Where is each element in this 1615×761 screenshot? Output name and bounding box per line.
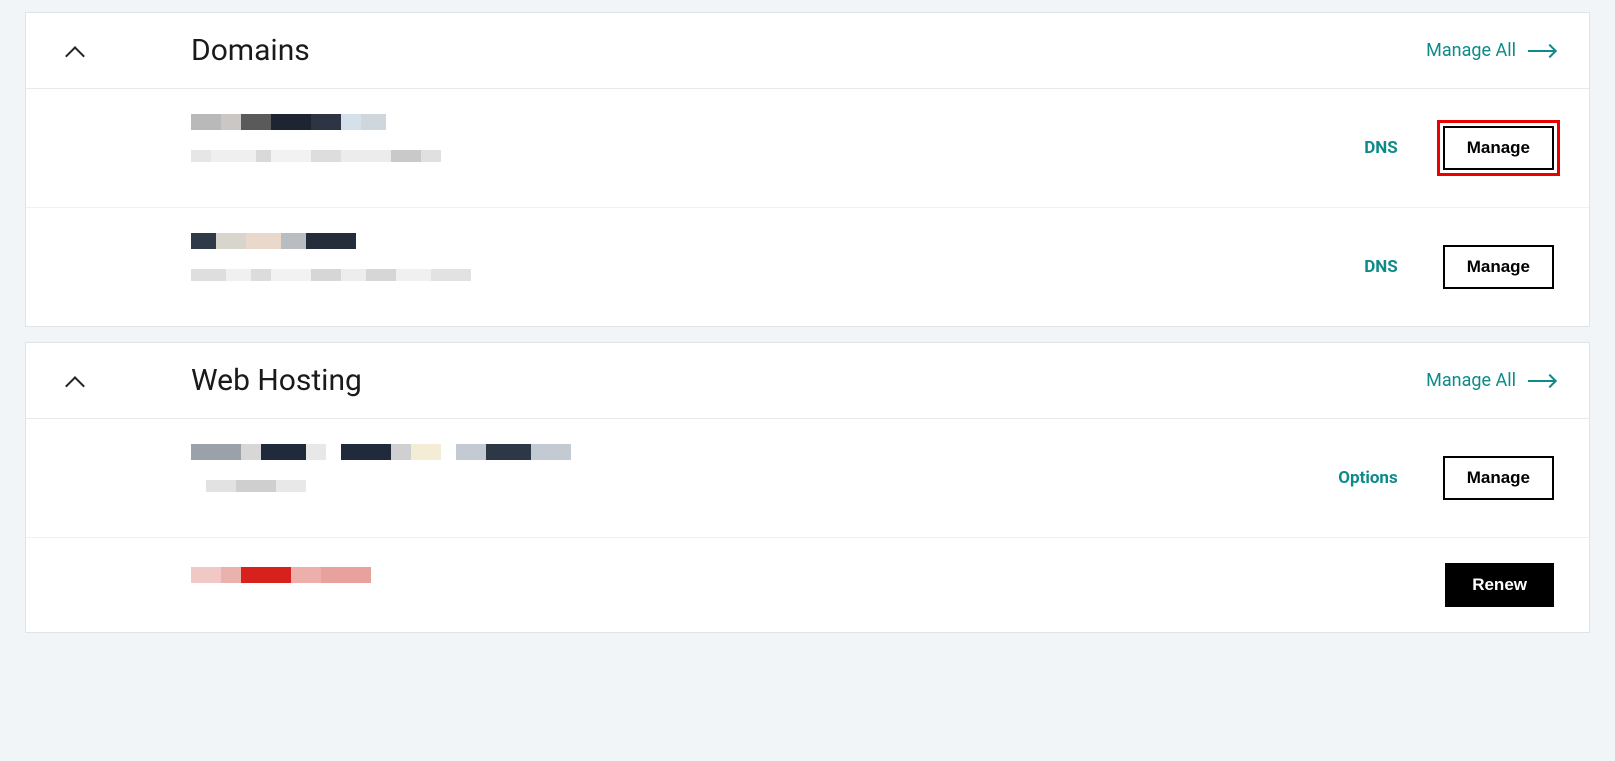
renew-hosting-button[interactable]: Renew: [1445, 563, 1554, 607]
domain-info: [191, 233, 1364, 301]
web-hosting-title: Web Hosting: [191, 363, 1426, 398]
manage-all-domains-link[interactable]: Manage All: [1426, 40, 1554, 61]
web-hosting-panel-header: Web Hosting Manage All: [26, 343, 1589, 419]
domain-actions: DNS Manage: [1364, 126, 1554, 170]
hosting-actions: Renew: [1445, 563, 1554, 607]
chevron-up-icon: [66, 376, 82, 386]
domains-panel-header: Domains Manage All: [26, 13, 1589, 89]
hosting-actions: Options Manage: [1338, 456, 1554, 500]
redacted-hosting-meta: [191, 480, 1338, 492]
manage-all-hosting-link[interactable]: Manage All: [1426, 370, 1554, 391]
options-link[interactable]: Options: [1338, 468, 1397, 488]
manage-domain-button[interactable]: Manage: [1443, 245, 1554, 289]
collapse-domains-toggle[interactable]: [61, 46, 111, 56]
arrow-right-icon: [1528, 50, 1554, 52]
manage-domain-button[interactable]: Manage: [1443, 126, 1554, 170]
redacted-domain-name: [191, 233, 1364, 249]
manage-all-label: Manage All: [1426, 40, 1516, 61]
hosting-row: Options Manage: [26, 419, 1589, 538]
dns-link[interactable]: DNS: [1364, 138, 1398, 158]
domains-panel: Domains Manage All DNS Manage: [25, 12, 1590, 327]
hosting-row: Renew: [26, 538, 1589, 632]
hosting-info: [191, 567, 1445, 603]
hosting-info: [191, 444, 1338, 512]
domain-row: DNS Manage: [26, 89, 1589, 208]
redacted-domain-meta: [191, 269, 1364, 281]
manage-hosting-button[interactable]: Manage: [1443, 456, 1554, 500]
redacted-domain-meta: [191, 150, 1364, 162]
redacted-domain-name: [191, 114, 1364, 130]
manage-all-label: Manage All: [1426, 370, 1516, 391]
collapse-hosting-toggle[interactable]: [61, 376, 111, 386]
domains-title: Domains: [191, 33, 1426, 68]
chevron-up-icon: [66, 46, 82, 56]
domain-info: [191, 114, 1364, 182]
redacted-hosting-alert: [191, 567, 1445, 583]
domain-actions: DNS Manage: [1364, 245, 1554, 289]
redacted-hosting-name: [191, 444, 1338, 460]
web-hosting-panel: Web Hosting Manage All Options Manage: [25, 342, 1590, 633]
arrow-right-icon: [1528, 380, 1554, 382]
domain-row: DNS Manage: [26, 208, 1589, 326]
dns-link[interactable]: DNS: [1364, 257, 1398, 277]
